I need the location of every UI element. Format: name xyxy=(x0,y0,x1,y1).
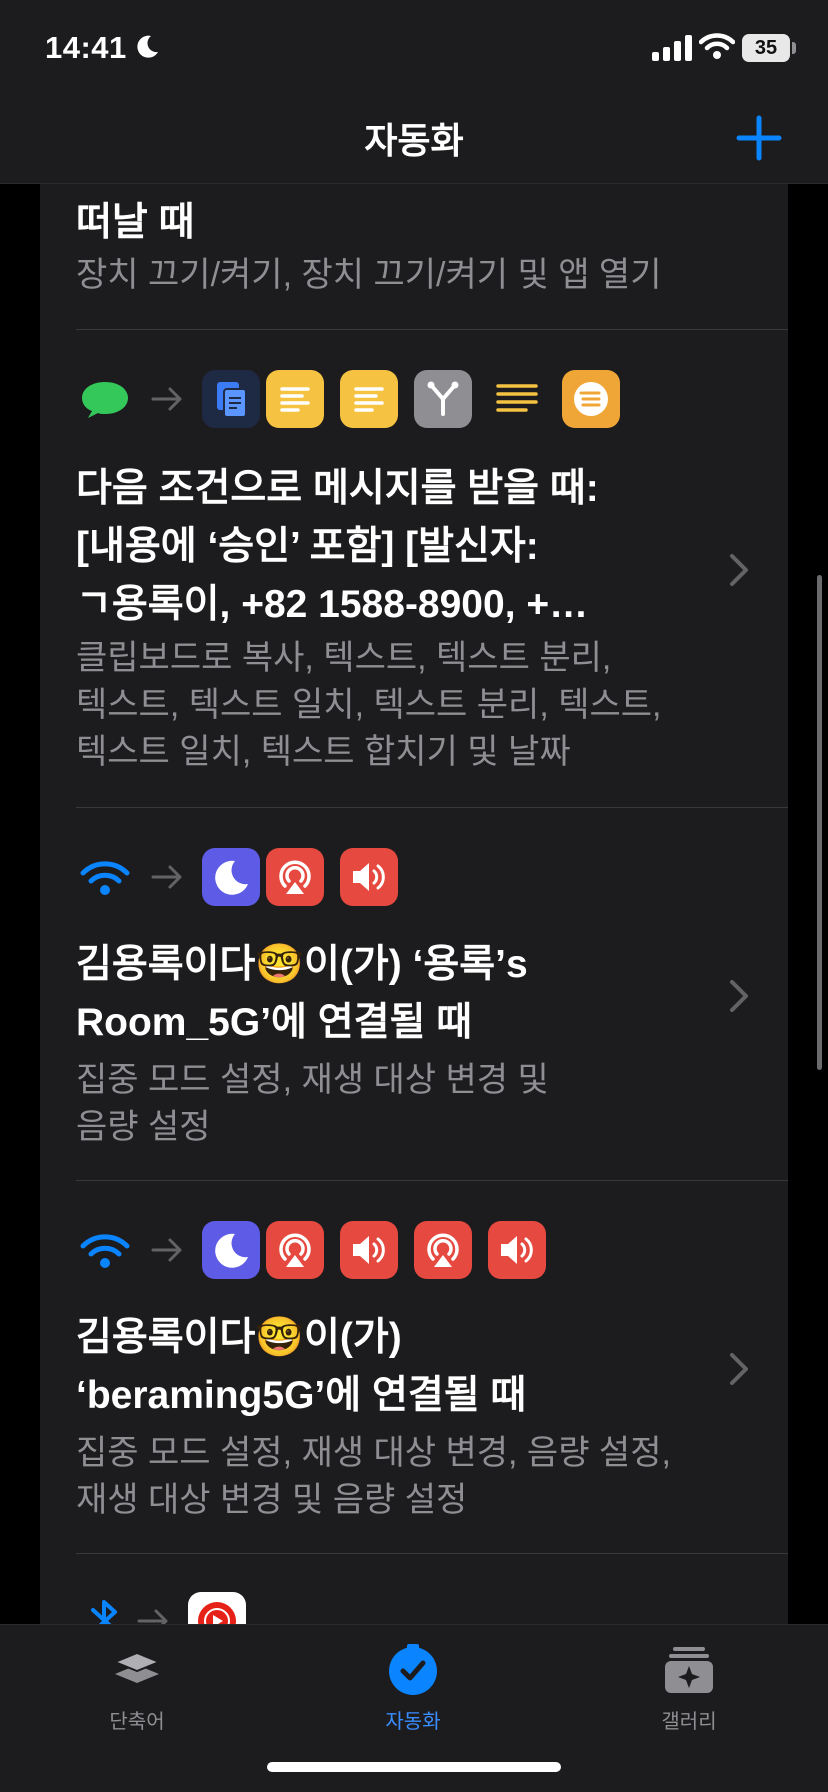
tab-label: 자동화 xyxy=(385,1711,441,1733)
arrow-right-icon xyxy=(151,1238,182,1262)
automation-title-line: 김용록이다🤓이(가) xyxy=(76,1316,402,1359)
chevron-right-icon xyxy=(730,1353,748,1385)
scroll-indicator[interactable] xyxy=(817,575,822,1070)
add-automation-button[interactable] xyxy=(735,114,783,162)
list-item[interactable]: 떠날 때 장치 끄기/켜기, 장치 끄기/켜기 및 앱 열기 xyxy=(76,184,788,330)
message-icon xyxy=(76,370,134,428)
automation-list[interactable]: 떠날 때 장치 끄기/켜기, 장치 끄기/켜기 및 앱 열기 다음 조건으로 메… xyxy=(40,184,788,1624)
action-icons xyxy=(76,1221,636,1279)
automation-subtitle-line: 재생 대상 변경 및 음량 설정 xyxy=(76,1481,468,1519)
volume-icon xyxy=(340,848,398,906)
arrow-right-icon xyxy=(137,1609,168,1624)
status-time: 14:41 xyxy=(45,30,127,65)
automation-title-line: 김용록이다🤓이(가) ‘용록’s xyxy=(76,943,528,986)
tab-shortcuts[interactable]: 단축어 xyxy=(67,1641,207,1734)
automation-title-line: Room_5G’에 연결될 때 xyxy=(76,1001,473,1044)
action-icons xyxy=(76,370,676,428)
chevron-right-icon xyxy=(730,554,748,586)
action-icons xyxy=(76,848,476,906)
airplay-icon xyxy=(414,1221,472,1279)
automation-check-icon xyxy=(389,1644,437,1695)
shortcuts-layers-icon xyxy=(112,1651,162,1683)
automation-title-line: ‘beraming5G’에 연결될 때 xyxy=(76,1374,527,1417)
volume-icon xyxy=(340,1221,398,1279)
automation-title-line: ㄱ용록이, +82 1588-8900, +… xyxy=(76,583,589,626)
list-item[interactable]: 김용록이다🤓이(가) ‘beraming5G’에 연결될 때 집중 모드 설정,… xyxy=(76,1181,788,1554)
automation-title-line: [내용에 ‘승인’ 포함] [발신자: xyxy=(76,525,539,568)
wifi-status-icon xyxy=(699,33,735,59)
page-title: 자동화 xyxy=(364,120,464,161)
text-icon xyxy=(340,370,398,428)
focus-moon-icon xyxy=(202,848,260,906)
automation-subtitle-line: 집중 모드 설정, 재생 대상 변경, 음량 설정, xyxy=(76,1434,671,1472)
airplay-icon xyxy=(266,1221,324,1279)
action-icons xyxy=(76,1592,296,1624)
automation-title: 떠날 때 xyxy=(76,201,195,244)
automation-subtitle-line: 클립보드로 복사, 텍스트, 텍스트 분리, xyxy=(76,639,612,677)
clipboard-icon xyxy=(202,370,260,428)
bluetooth-icon xyxy=(91,1600,117,1624)
match-text-icon xyxy=(488,370,546,428)
automation-subtitle-line: 텍스트, 텍스트 일치, 텍스트 분리, 텍스트, xyxy=(76,686,662,724)
top-bar: 14:41 35 자동화 xyxy=(0,0,828,184)
volume-icon xyxy=(488,1221,546,1279)
text-icon xyxy=(266,370,324,428)
home-indicator xyxy=(267,1762,561,1772)
combine-text-icon xyxy=(562,370,620,428)
list-item[interactable]: 다음 조건으로 메시지를 받을 때: [내용에 ‘승인’ 포함] [발신자: ㄱ… xyxy=(76,330,788,808)
list-item[interactable]: 김용록이다🤓이(가) ‘용록’s Room_5G’에 연결될 때 집중 모드 설… xyxy=(76,808,788,1181)
chevron-right-icon xyxy=(730,980,748,1012)
tab-gallery[interactable]: 갤러리 xyxy=(619,1641,759,1734)
focus-moon-icon xyxy=(137,35,158,58)
arrow-right-icon xyxy=(151,865,182,889)
automation-subtitle-line: 집중 모드 설정, 재생 대상 변경 및 xyxy=(76,1061,549,1099)
arrow-right-icon xyxy=(151,387,182,411)
automation-subtitle: 장치 끄기/켜기, 장치 끄기/켜기 및 앱 열기 xyxy=(76,256,662,294)
split-text-icon xyxy=(414,370,472,428)
youtube-music-icon xyxy=(188,1592,246,1624)
airplay-icon xyxy=(266,848,324,906)
battery-level: 35 xyxy=(742,34,790,62)
automation-subtitle-line: 텍스트 일치, 텍스트 합치기 및 날짜 xyxy=(76,733,571,771)
tab-label: 단축어 xyxy=(109,1711,165,1733)
gallery-sparkle-icon xyxy=(665,1647,713,1693)
focus-moon-icon xyxy=(202,1221,260,1279)
wifi-icon xyxy=(80,861,130,895)
list-item[interactable] xyxy=(76,1554,788,1624)
automation-subtitle-line: 음량 설정 xyxy=(76,1108,211,1146)
wifi-icon xyxy=(80,1234,130,1268)
tab-label: 갤러리 xyxy=(661,1711,717,1733)
cellular-signal-icon xyxy=(652,35,692,61)
automation-title-line: 다음 조건으로 메시지를 받을 때: xyxy=(76,467,599,510)
battery-cap xyxy=(792,42,796,54)
tab-automation[interactable]: 자동화 xyxy=(343,1641,483,1734)
